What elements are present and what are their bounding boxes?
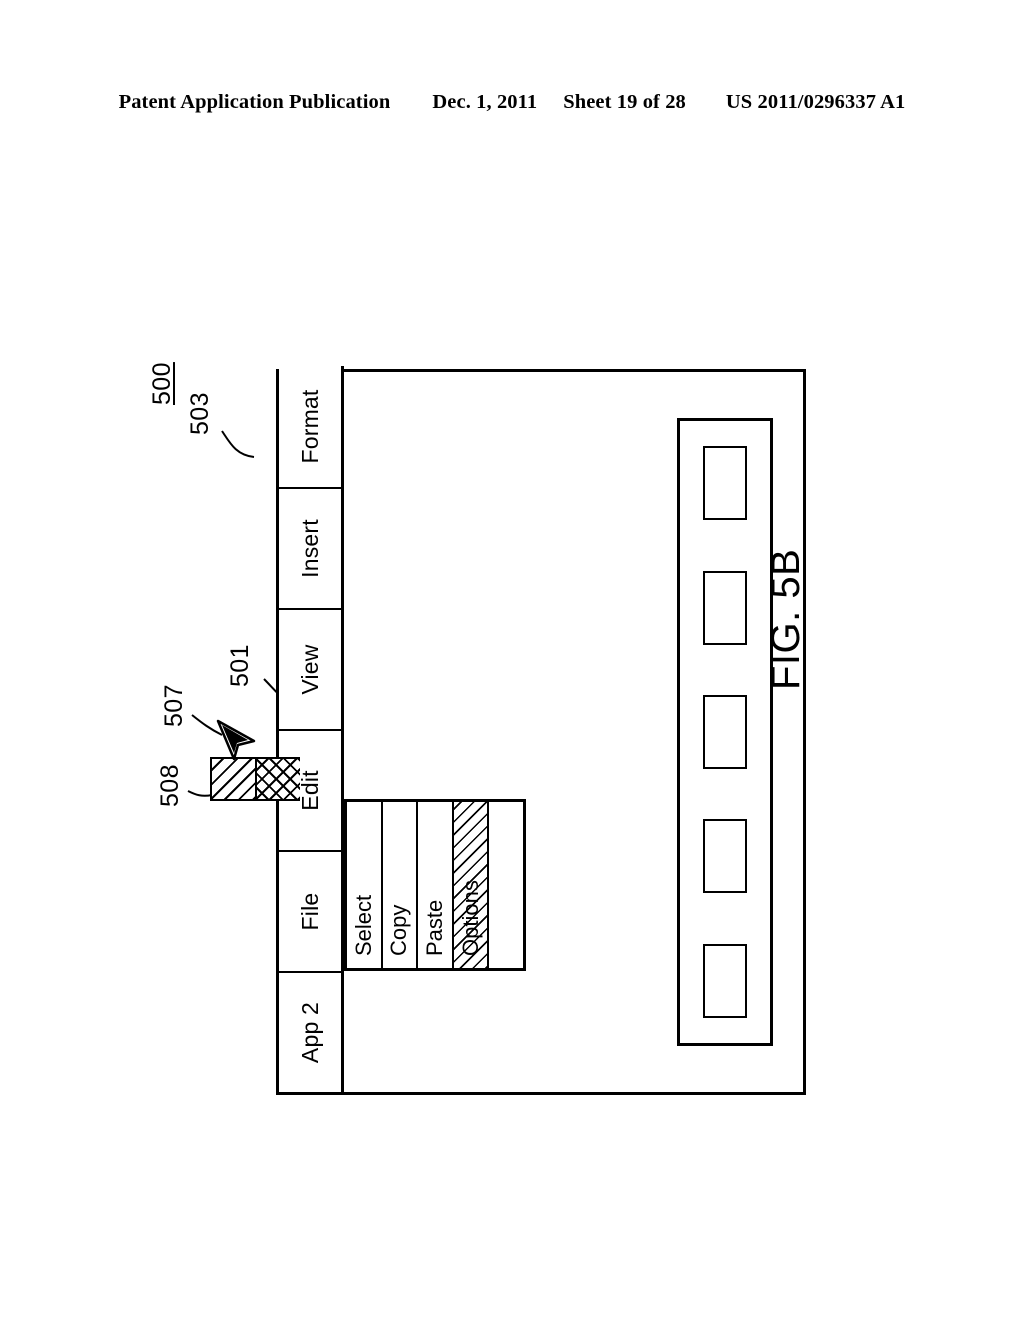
cross-hatched-bridge — [257, 757, 300, 801]
patent-number: US 2011/0296337 A1 — [725, 90, 906, 113]
dropdown-item-paste[interactable]: Paste — [418, 802, 454, 968]
figure-5b-drawing: 500 503 501 508 507 518 511 513 515 516 … — [148, 355, 832, 1095]
menu-item-view[interactable]: View — [279, 608, 341, 729]
menu-item-file[interactable]: File — [279, 850, 341, 971]
sheet-number: Sheet 19 of 28 — [563, 90, 686, 113]
toolbar-button-519[interactable] — [703, 446, 747, 521]
menu-item-format[interactable]: Format — [279, 366, 341, 487]
dropdown-item-options[interactable]: Options — [453, 802, 490, 968]
menu-item-label: App 2 — [296, 1001, 323, 1064]
menu-item-label: Edit — [296, 770, 323, 811]
ref-508-indicator: 508 — [156, 764, 184, 807]
dropdown-item-blank[interactable] — [489, 802, 523, 968]
menu-item-label: File — [296, 892, 323, 931]
figure-number-500: 500 — [148, 362, 176, 405]
menu-item-app2[interactable]: App 2 — [279, 971, 341, 1092]
dropdown-item-copy[interactable]: Copy — [382, 802, 419, 968]
dropdown-item-label: Select — [350, 894, 376, 956]
dropdown-item-select[interactable]: Select — [347, 802, 383, 968]
mouse-cursor-icon — [216, 719, 256, 761]
application-window: App 2 File Edit View Insert Format Selec… — [276, 366, 806, 1095]
toolbar-button-515[interactable] — [703, 819, 747, 894]
ref-501-window: 501 — [226, 644, 254, 687]
dropdown-item-label: Options — [457, 880, 483, 956]
toolbar-button-516[interactable] — [703, 695, 747, 770]
edit-dropdown-menu: Select Copy Paste Options — [344, 799, 526, 971]
menu-item-insert[interactable]: Insert — [279, 487, 341, 608]
publication-date: Dec. 1, 2011 — [432, 90, 538, 113]
figure-caption: FIG. 5B — [764, 548, 808, 690]
menu-item-label: Format — [296, 389, 323, 464]
publication-label: Patent Application Publication — [118, 90, 391, 113]
menu-item-label: Insert — [296, 519, 323, 578]
ref-507-cursor: 507 — [160, 684, 188, 727]
dropdown-item-label: Paste — [421, 899, 447, 956]
menu-bar: App 2 File Edit View Insert Format — [279, 366, 344, 1092]
toolbar-panel — [677, 418, 773, 1046]
toolbar-button-513[interactable] — [703, 943, 747, 1018]
dropdown-item-label: Copy — [386, 904, 412, 956]
toolbar-button-517[interactable] — [703, 570, 747, 645]
ref-503-menu-bar: 503 — [186, 392, 214, 435]
menu-item-label: View — [296, 644, 323, 695]
patent-page-header: Patent Application Publication Dec. 1, 2… — [0, 85, 1024, 119]
